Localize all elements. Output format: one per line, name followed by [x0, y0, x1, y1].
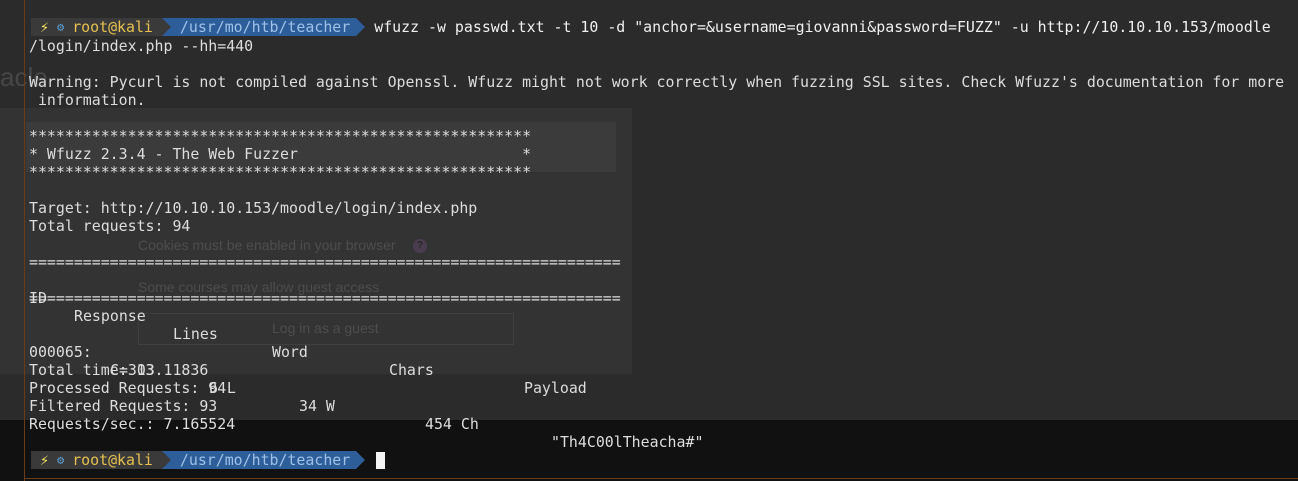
- target-line: Target: http://10.10.10.153/moodle/login…: [29, 199, 478, 217]
- lightning-icon: ⚡: [40, 451, 49, 469]
- shell-prompt-active[interactable]: ⚡ ⚙ root@kali /usr/mo/htb/teacher: [31, 451, 386, 469]
- banner-title: * Wfuzz 2.3.4 - The Web Fuzzer *: [29, 145, 532, 163]
- terminal[interactable]: ⚡ ⚙ root@kali /usr/mo/htb/teacher wfuzz …: [0, 0, 1298, 481]
- total-requests-line: Total requests: 94: [29, 217, 191, 235]
- lightning-icon: ⚡: [40, 18, 49, 36]
- warning-line-continued: information.: [29, 91, 146, 109]
- results-header: ID Response Lines Word Chars Payload: [0, 271, 1298, 397]
- filtered-requests-line: Filtered Requests: 93: [29, 397, 218, 415]
- table-row: 000065: C=303 6 L 34 W 454 Ch "Th4C00lTh…: [0, 325, 1298, 451]
- powerline-separator-icon: [161, 18, 171, 36]
- text-cursor[interactable]: [376, 451, 386, 469]
- warning-line: Warning: Pycurl is not compiled against …: [29, 73, 1285, 91]
- prompt-user-segment: ⚡ ⚙ root@kali: [31, 451, 162, 469]
- powerline-separator-icon: [356, 451, 366, 469]
- column-header-payload: Payload: [524, 379, 587, 397]
- shell-prompt: ⚡ ⚙ root@kali /usr/mo/htb/teacher wfuzz …: [31, 18, 1271, 36]
- gear-icon: ⚙: [56, 20, 65, 34]
- powerline-separator-icon: [161, 451, 171, 469]
- gear-icon: ⚙: [56, 453, 65, 467]
- prompt-path: /usr/mo/htb/teacher: [170, 451, 357, 469]
- prompt-user: root@kali: [72, 451, 153, 469]
- prompt-user: root@kali: [72, 18, 153, 36]
- table-separator-bottom: ========================================…: [29, 289, 621, 307]
- result-payload: "Th4C00lTheacha#": [551, 433, 704, 451]
- requests-per-second-line: Requests/sec.: 7.165524: [29, 415, 236, 433]
- table-separator-top: ========================================…: [29, 253, 621, 271]
- column-header-word: Word: [272, 343, 308, 361]
- command-text: wfuzz -w passwd.txt -t 10 -d "anchor=&us…: [374, 18, 1271, 36]
- column-header-response: Response: [74, 307, 146, 325]
- banner-border-top: ****************************************…: [29, 127, 532, 145]
- prompt-user-segment: ⚡ ⚙ root@kali: [31, 18, 162, 36]
- result-word: 34 W: [299, 397, 335, 415]
- banner-border-bottom: ****************************************…: [29, 163, 532, 181]
- processed-requests-line: Processed Requests: 94: [29, 379, 227, 397]
- powerline-separator-icon: [356, 18, 366, 36]
- result-id: 000065:: [29, 343, 92, 361]
- result-chars: 454 Ch: [425, 415, 479, 433]
- command-continuation: /login/index.php --hh=440: [29, 37, 254, 55]
- total-time-line: Total time: 13.11836: [29, 361, 209, 379]
- column-header-chars: Chars: [389, 361, 434, 379]
- prompt-path: /usr/mo/htb/teacher: [170, 18, 357, 36]
